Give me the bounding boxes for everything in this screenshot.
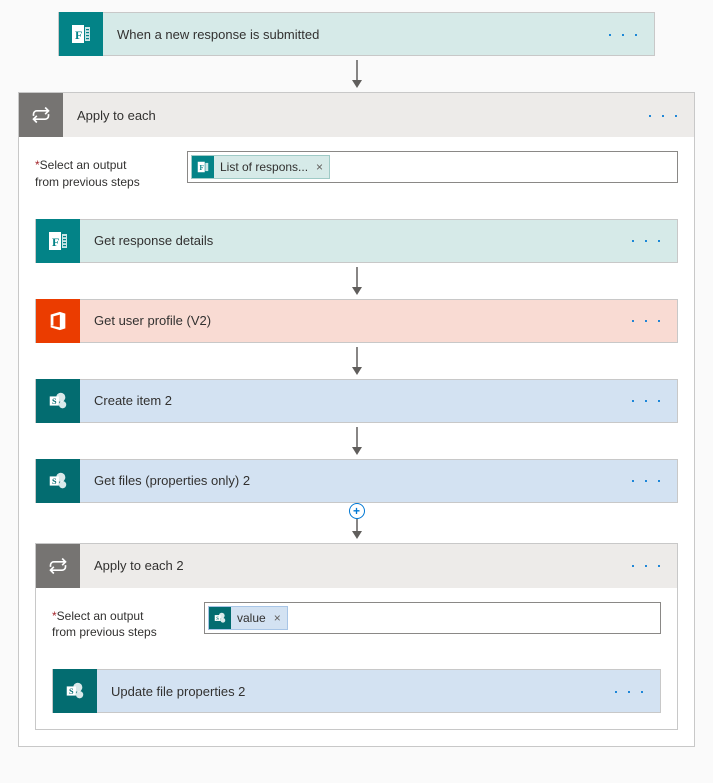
output-field-2[interactable]: S value × (204, 602, 661, 634)
office-icon (36, 299, 80, 343)
loop-icon (36, 544, 80, 588)
svg-text:F: F (75, 28, 82, 42)
token-label: value (237, 611, 266, 625)
sharepoint-icon: S (36, 459, 80, 503)
output-field[interactable]: F List of respons... × (187, 151, 678, 183)
output-label: *Select an output from previous steps (35, 151, 175, 191)
forms-icon: F (59, 12, 103, 56)
loop2-menu[interactable]: · · · (616, 555, 677, 576)
action-menu[interactable]: · · · (616, 470, 677, 491)
action-title: Get response details (80, 233, 616, 248)
action-title: Update file properties 2 (97, 684, 599, 699)
apply-to-each-header[interactable]: Apply to each · · · (19, 93, 694, 137)
action-update-file-properties-2[interactable]: S Update file properties 2 · · · (52, 669, 661, 713)
sharepoint-icon: S (36, 379, 80, 423)
action-title: Get user profile (V2) (80, 313, 616, 328)
action-menu[interactable]: · · · (616, 230, 677, 251)
arrow-connector (35, 423, 678, 459)
token-remove[interactable]: × (316, 160, 323, 174)
action-get-files-2[interactable]: S Get files (properties only) 2 · · · (35, 459, 678, 503)
token-remove[interactable]: × (274, 611, 281, 625)
output-selector-row: *Select an output from previous steps F … (35, 151, 678, 191)
output-selector-row-2: *Select an output from previous steps S … (52, 602, 661, 642)
forms-icon: F (36, 219, 80, 263)
loop2-body: *Select an output from previous steps S … (36, 588, 677, 730)
token-list-of-responses[interactable]: F List of respons... × (191, 155, 330, 179)
trigger-card[interactable]: F When a new response is submitted · · · (58, 12, 655, 56)
action-get-user-profile[interactable]: Get user profile (V2) · · · (35, 299, 678, 343)
action-menu[interactable]: · · · (616, 390, 677, 411)
forms-icon: F (192, 156, 214, 178)
loop1-title: Apply to each (63, 108, 633, 123)
sharepoint-icon: S (209, 607, 231, 629)
action-title: Create item 2 (80, 393, 616, 408)
loop2-title: Apply to each 2 (80, 558, 616, 573)
action-create-item-2[interactable]: S Create item 2 · · · (35, 379, 678, 423)
token-value[interactable]: S value × (208, 606, 288, 630)
action-title: Get files (properties only) 2 (80, 473, 616, 488)
apply-to-each-2-container: Apply to each 2 · · · *Select an output … (35, 543, 678, 731)
arrow-connector (18, 56, 695, 92)
action-get-response-details[interactable]: F Get response details · · · (35, 219, 678, 263)
token-label: List of respons... (220, 160, 308, 174)
arrow-connector (35, 263, 678, 299)
trigger-menu[interactable]: · · · (593, 24, 654, 45)
arrow-connector (35, 343, 678, 379)
svg-text:F: F (200, 164, 204, 172)
action-menu[interactable]: · · · (616, 310, 677, 331)
sharepoint-icon: S (53, 669, 97, 713)
add-action-connector: + (35, 503, 678, 543)
loop-icon (19, 93, 63, 137)
svg-text:F: F (52, 235, 59, 249)
svg-text:S: S (69, 687, 74, 696)
action-menu[interactable]: · · · (599, 681, 660, 702)
svg-text:S: S (52, 396, 57, 405)
add-action-button[interactable]: + (349, 503, 365, 519)
loop1-menu[interactable]: · · · (633, 105, 694, 126)
svg-text:S: S (52, 476, 57, 485)
trigger-title: When a new response is submitted (103, 27, 593, 42)
apply-to-each-container: Apply to each · · · *Select an output fr… (18, 92, 695, 747)
apply-to-each-2-header[interactable]: Apply to each 2 · · · (36, 544, 677, 588)
svg-text:S: S (216, 616, 219, 621)
output-label-2: *Select an output from previous steps (52, 602, 192, 642)
loop1-body: *Select an output from previous steps F … (19, 137, 694, 746)
